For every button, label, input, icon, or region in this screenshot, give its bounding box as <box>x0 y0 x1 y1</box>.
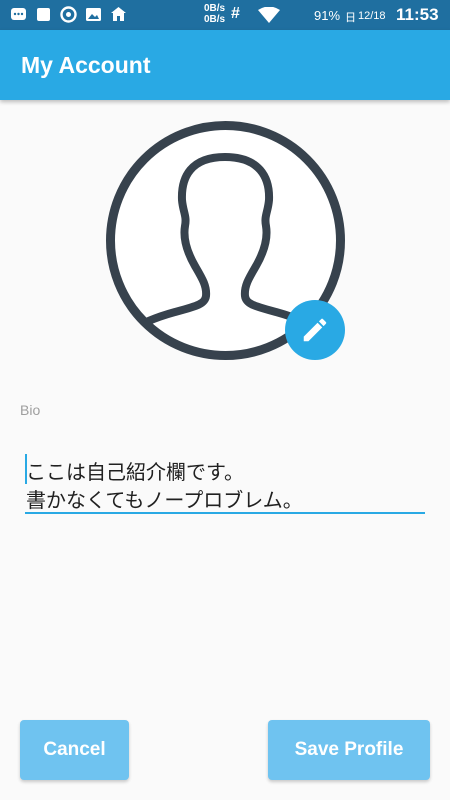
date-label: 12/18 <box>358 10 386 22</box>
net-down: 0B/s <box>204 14 226 25</box>
bio-line-1: ここは自己紹介欄です。 <box>26 460 244 484</box>
edit-avatar-button[interactable] <box>285 300 345 360</box>
pencil-icon <box>303 318 327 342</box>
net-up: 0B/s <box>204 3 226 14</box>
cancel-button[interactable]: Cancel <box>20 720 129 780</box>
status-bar: 0B/s 0B/s # 91% 日 12/18 11:53 <box>0 0 450 30</box>
network-speed: 0B/s 0B/s <box>204 3 225 25</box>
sim-icon <box>37 8 50 21</box>
save-profile-button[interactable]: Save Profile <box>268 720 430 780</box>
bio-line-2: 書かなくてもノープロブレム。 <box>26 488 303 512</box>
chat-icon <box>11 8 26 20</box>
battery-percent: 91% <box>314 8 341 23</box>
home-app-icon <box>111 7 126 21</box>
app-bar: My Account <box>0 30 450 100</box>
image-icon <box>86 8 101 21</box>
bio-textarea[interactable]: ここは自己紹介欄です。 書かなくてもノープロブレム。 <box>25 450 425 514</box>
bio-label: Bio <box>20 402 41 418</box>
page-title: My Account <box>21 52 151 78</box>
wifi-icon <box>258 7 280 23</box>
notification-icons <box>10 6 127 23</box>
clock: 11:53 <box>396 5 439 24</box>
day-label: 日 <box>345 12 356 24</box>
circle-app-icon <box>60 6 77 23</box>
hash-indicator: # <box>231 5 240 22</box>
